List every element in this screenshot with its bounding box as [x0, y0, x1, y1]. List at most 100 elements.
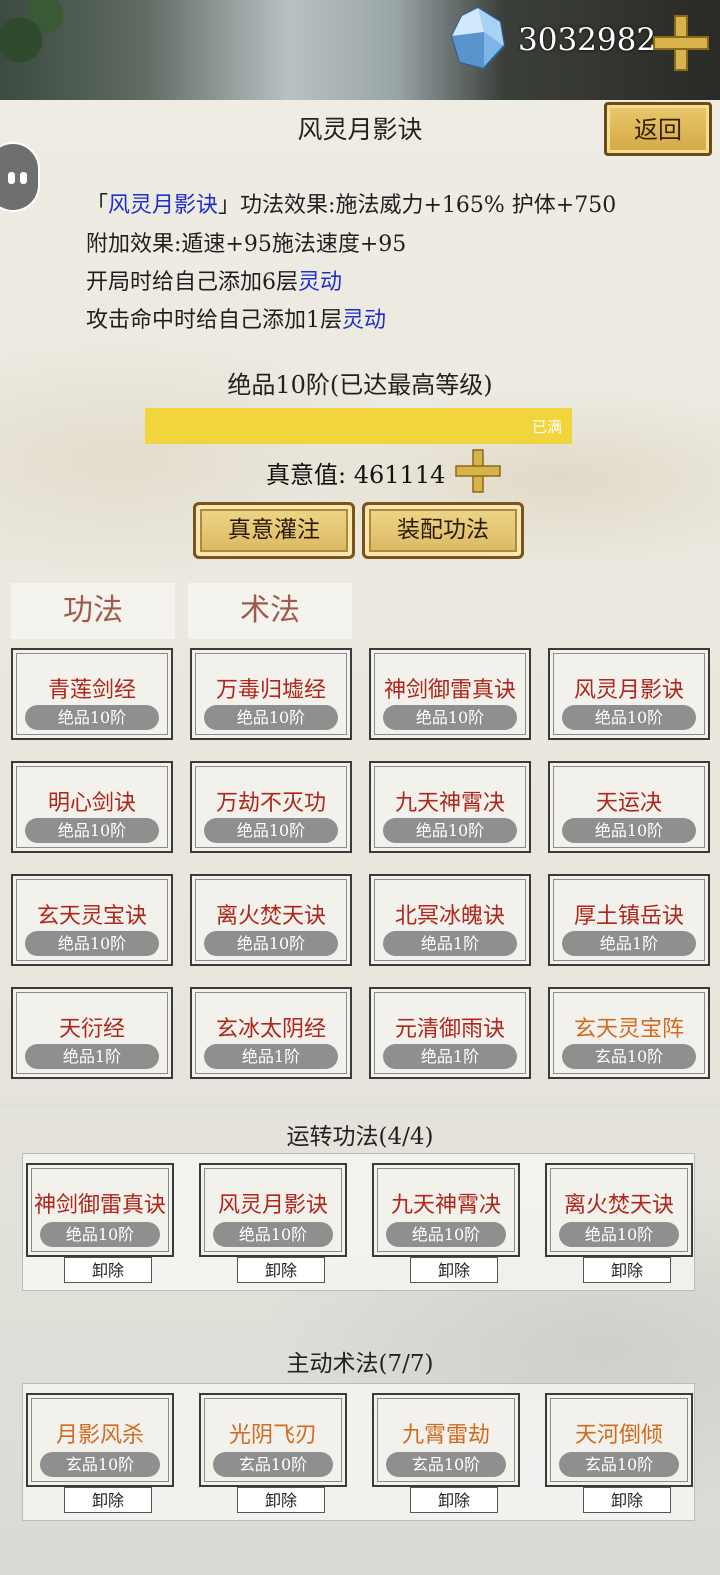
tab-gongfa[interactable]: 功法: [11, 583, 175, 639]
back-button[interactable]: 返回: [604, 102, 712, 156]
grade-pill: 绝品10阶: [386, 1222, 506, 1247]
grade-pill: 玄品10阶: [213, 1452, 333, 1477]
technique-link[interactable]: 风灵月影诀: [108, 193, 218, 218]
unload-button[interactable]: 卸除: [64, 1257, 152, 1283]
infuse-button[interactable]: 真意灌注: [193, 502, 355, 559]
crystal-gem-icon: [450, 6, 506, 70]
technique-card[interactable]: 风灵月影诀 绝品10阶: [548, 648, 710, 740]
technique-card[interactable]: 天衍经 绝品1阶: [11, 987, 173, 1079]
technique-card[interactable]: 青莲剑经 绝品10阶: [11, 648, 173, 740]
grade-pill: 绝品1阶: [383, 931, 517, 956]
grade-pill: 玄品10阶: [559, 1452, 679, 1477]
unload-button[interactable]: 卸除: [410, 1487, 498, 1513]
grade-pill: 绝品10阶: [562, 705, 696, 730]
grade-pill: 绝品10阶: [25, 931, 159, 956]
unload-button[interactable]: 卸除: [64, 1487, 152, 1513]
card-name: 玄天灵宝诀: [36, 904, 147, 929]
grade-pill: 绝品10阶: [383, 818, 517, 843]
grade-pill: 绝品10阶: [25, 818, 159, 843]
technique-card[interactable]: 离火焚天诀 绝品10阶: [190, 874, 352, 966]
equipped-card[interactable]: 天河倒倾玄品10阶: [545, 1393, 693, 1487]
zhenyi-value: 真意值: 461114: [266, 461, 446, 489]
card-name: 九霄雷劫: [401, 1423, 490, 1448]
grid-clip: [0, 1096, 720, 1108]
gold-plus-icon[interactable]: [452, 448, 504, 494]
grade-title: 绝品10阶(已达最高等级): [227, 371, 493, 399]
card-name: 天河倒倾: [574, 1423, 663, 1448]
card-name: 神剑御雷真诀: [33, 1193, 166, 1218]
card-name: 青莲剑经: [47, 678, 136, 703]
grade-pill: 绝品1阶: [383, 1044, 517, 1069]
tab-shufa[interactable]: 术法: [188, 583, 352, 639]
technique-card[interactable]: 元清御雨诀 绝品1阶: [369, 987, 531, 1079]
progress-bar: 已满: [145, 408, 572, 444]
card-name: 神剑御雷真诀: [383, 678, 516, 703]
background-foliage: [0, 0, 70, 100]
equipped-card[interactable]: 神剑御雷真诀 绝品10阶: [26, 1163, 174, 1257]
grade-pill: 绝品10阶: [383, 705, 517, 730]
technique-card[interactable]: 玄天灵宝阵 玄品10阶: [548, 987, 710, 1079]
grade-pill: 玄品10阶: [40, 1452, 160, 1477]
card-name: 明心剑诀: [47, 791, 136, 816]
grade-pill: 绝品1阶: [562, 931, 696, 956]
unload-button[interactable]: 卸除: [237, 1257, 325, 1283]
grade-pill: 绝品10阶: [25, 705, 159, 730]
equipped-card[interactable]: 光阴飞刃玄品10阶: [199, 1393, 347, 1487]
gold-plus-icon[interactable]: [652, 14, 710, 72]
technique-card[interactable]: 九天神霄决 绝品10阶: [369, 761, 531, 853]
card-name: 玄冰太阴经: [215, 1017, 326, 1042]
keyword-link[interactable]: 灵动: [298, 270, 342, 295]
card-name: 风灵月影诀: [217, 1193, 328, 1218]
grade-pill: 绝品10阶: [204, 931, 338, 956]
unload-button[interactable]: 卸除: [583, 1487, 671, 1513]
equipped-card[interactable]: 九天神霄决绝品10阶: [372, 1163, 520, 1257]
equipped-card[interactable]: 月影风杀玄品10阶: [26, 1393, 174, 1487]
equipped-card[interactable]: 离火焚天诀绝品10阶: [545, 1163, 693, 1257]
grade-pill: 绝品10阶: [204, 818, 338, 843]
grade-pill: 绝品10阶: [40, 1222, 160, 1247]
grade-pill: 玄品10阶: [562, 1044, 696, 1069]
card-name: 风灵月影诀: [573, 678, 684, 703]
grade-pill: 绝品1阶: [25, 1044, 159, 1069]
currency-amount: 3032982: [518, 22, 657, 58]
technique-card[interactable]: 天运决 绝品10阶: [548, 761, 710, 853]
unload-button[interactable]: 卸除: [583, 1257, 671, 1283]
grade-pill: 绝品10阶: [213, 1222, 333, 1247]
card-name: 月影风杀: [55, 1423, 144, 1448]
running-title: 运转功法(4/4): [286, 1124, 434, 1150]
unload-button[interactable]: 卸除: [237, 1487, 325, 1513]
card-name: 九天神霄决: [394, 791, 505, 816]
technique-card[interactable]: 玄冰太阴经 绝品1阶: [190, 987, 352, 1079]
technique-card[interactable]: 万毒归墟经 绝品10阶: [190, 648, 352, 740]
effect-line: 「风灵月影诀」功法效果:施法威力+165% 护体+750: [86, 193, 617, 218]
unload-button[interactable]: 卸除: [410, 1257, 498, 1283]
equipped-card[interactable]: 九霄雷劫 玄品10阶: [372, 1393, 520, 1487]
card-name: 离火焚天诀: [563, 1193, 674, 1218]
technique-card[interactable]: 厚土镇岳诀 绝品1阶: [548, 874, 710, 966]
progress-label: 已满: [531, 419, 562, 436]
keyword-link[interactable]: 灵动: [342, 308, 386, 333]
technique-card[interactable]: 明心剑诀 绝品10阶: [11, 761, 173, 853]
card-name: 天运决: [595, 791, 662, 816]
card-name: 九天神霄决: [390, 1193, 501, 1218]
card-name: 北冥冰魄诀: [394, 904, 505, 929]
equip-button[interactable]: 装配功法: [362, 502, 524, 559]
technique-card[interactable]: 神剑御雷真诀 绝品10阶: [369, 648, 531, 740]
card-name: 离火焚天诀: [215, 904, 326, 929]
bonus-line: 附加效果:遁速+95施法速度+95: [86, 232, 407, 257]
grade-pill: 绝品1阶: [204, 1044, 338, 1069]
chat-bubble-icon[interactable]: [0, 142, 40, 212]
card-name: 玄天灵宝阵: [573, 1017, 684, 1042]
technique-card[interactable]: 万劫不灭功 绝品10阶: [190, 761, 352, 853]
technique-card[interactable]: 北冥冰魄诀 绝品1阶: [369, 874, 531, 966]
card-name: 天衍经: [58, 1017, 125, 1042]
card-name: 厚土镇岳诀: [573, 904, 684, 929]
passive-line-2: 攻击命中时给自己添加1层灵动: [86, 308, 387, 333]
grade-pill: 绝品10阶: [559, 1222, 679, 1247]
technique-card[interactable]: 玄天灵宝诀 绝品10阶: [11, 874, 173, 966]
passive-line-1: 开局时给自己添加6层灵动: [86, 270, 343, 295]
card-name: 元清御雨诀: [394, 1017, 505, 1042]
grade-pill: 绝品10阶: [204, 705, 338, 730]
card-name: 光阴飞刃: [228, 1423, 317, 1448]
equipped-card[interactable]: 风灵月影诀绝品10阶: [199, 1163, 347, 1257]
